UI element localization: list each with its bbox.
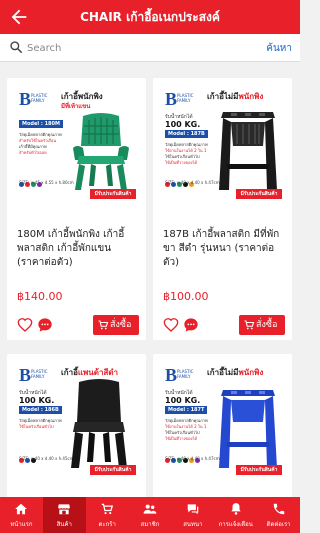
product-card[interactable]: B PLASTIC FAMILY เก้าอี้พนักพิง มีที่เท้… <box>7 78 146 340</box>
blue-stool-image <box>219 390 277 468</box>
chat-icon[interactable] <box>37 317 53 333</box>
chat-icon <box>187 504 199 515</box>
product-grid: B PLASTIC FAMILY เก้าอี้พนักพิง มีที่เท้… <box>0 62 300 525</box>
feature-list: วัสดุเม็ดพลาสติกคุณภาพ ใช้งานในงานได้ 2 … <box>165 418 208 441</box>
capacity-label: รับน้ำหนักได้ 100 KG. <box>165 114 201 129</box>
nav-item-products[interactable]: สินค้า <box>42 497 86 533</box>
order-button[interactable]: สั่งซื้อ <box>239 315 285 335</box>
cart-icon <box>98 320 109 330</box>
size-label: SIZE: w.40 x d.40 x h.47cm <box>165 180 220 185</box>
image-tagline: เก้าอี้ไม่มีพนักพิง <box>207 368 264 377</box>
cart-icon <box>101 503 114 515</box>
size-label: SIZE: w.45 x d.55 x h.80cm <box>19 180 74 185</box>
nav-item-contact[interactable]: ติดต่อเรา <box>257 497 300 533</box>
product-actions: สั่งซื้อ <box>163 315 285 335</box>
product-name[interactable]: 180M เก้าอี้พนักพิง เก้าอี้พลาสติก เก้าอ… <box>17 228 139 270</box>
model-badge: Model : 187T <box>165 406 208 414</box>
members-icon <box>143 504 157 514</box>
image-tagline: เก้าอี้พนักพิง มีที่เท้าแขน <box>61 92 103 110</box>
model-badge: Model : 187B <box>165 130 208 138</box>
image-tagline: เก้าอี้ไม่มีพนักพิง <box>207 92 264 101</box>
product-price: ฿100.00 <box>163 290 209 303</box>
brand-logo: B PLASTIC FAMILY <box>165 89 194 109</box>
heart-icon[interactable] <box>17 317 33 333</box>
capacity-label: รับน้ำหนักได้ 100 KG. <box>165 390 201 405</box>
image-tagline: เก้าอี้แพนด้าสีดำ <box>61 368 119 377</box>
product-image[interactable]: B PLASTIC FAMILY เก้าอี้แพนด้าสีดำ รับน้… <box>17 364 136 477</box>
chat-icon[interactable] <box>183 317 199 333</box>
warranty-ribbon: มีรับประกันสินค้า <box>90 465 136 475</box>
search-icon <box>10 41 23 54</box>
nav-item-cart[interactable]: ตะกร้า <box>86 497 129 533</box>
cart-icon <box>244 320 255 330</box>
phone-icon <box>273 503 284 515</box>
warranty-ribbon: มีรับประกันสินค้า <box>236 189 282 199</box>
product-image[interactable]: B PLASTIC FAMILY เก้าอี้ไม่มีพนักพิง รับ… <box>163 88 282 201</box>
feature-list: วัสดุเม็ดพลาสติกคุณภาพ ใช้งานในงานได้ 2 … <box>165 142 208 165</box>
search-input[interactable] <box>27 39 227 57</box>
nav-item-notifications[interactable]: การแจ้งเตือน <box>214 497 257 533</box>
warranty-ribbon: มีรับประกันสินค้า <box>236 465 282 475</box>
black-stool-image <box>219 112 277 190</box>
page-title: CHAIR เก้าอี้อเนกประสงค์ <box>80 10 220 24</box>
search-button[interactable]: ค้นหา <box>266 41 292 56</box>
model-badge: Model : 186B <box>19 406 62 414</box>
store-icon <box>58 504 71 515</box>
search-bar: ค้นหา <box>0 34 300 62</box>
product-image[interactable]: B PLASTIC FAMILY เก้าอี้ไม่มีพนักพิง รับ… <box>163 364 282 477</box>
brand-logo: B PLASTIC FAMILY <box>165 365 194 385</box>
model-badge: Model : 180M <box>19 120 63 128</box>
bell-icon <box>231 503 241 515</box>
warranty-ribbon: มีรับประกันสินค้า <box>90 189 136 199</box>
brand-logo: B PLASTIC FAMILY <box>19 89 48 109</box>
product-name[interactable]: 187B เก้าอี้พลาสติก มีที่พักขา สีดำ รุ่น… <box>163 228 285 270</box>
product-price: ฿140.00 <box>17 290 63 303</box>
brand-logo: B PLASTIC FAMILY <box>19 365 48 385</box>
feature-list: วัสดุเม็ดพลาสติกคุณภาพ ใช้ในครัวเรือนทั่… <box>19 418 62 429</box>
nav-item-chat[interactable]: สนทนา <box>171 497 214 533</box>
order-button[interactable]: สั่งซื้อ <box>93 315 139 335</box>
feature-list: วัสดุเม็ดพลาสติกคุณภาพ สำหรับใช้ในครัวเร… <box>19 132 62 155</box>
app-header: CHAIR เก้าอี้อเนกประสงค์ <box>0 0 300 34</box>
green-armchair-image <box>73 113 129 190</box>
home-icon <box>15 503 28 515</box>
black-panda-chair-image <box>71 379 127 468</box>
heart-icon[interactable] <box>163 317 179 333</box>
bottom-nav: หน้าแรก สินค้า ตะกร้า สมาชิก สนทนา การแจ… <box>0 497 300 533</box>
size-label: SIZE: w.40 x d.40 x h.47cm <box>165 456 220 461</box>
product-image[interactable]: B PLASTIC FAMILY เก้าอี้พนักพิง มีที่เท้… <box>17 88 136 201</box>
nav-item-home[interactable]: หน้าแรก <box>0 497 43 533</box>
product-card[interactable]: B PLASTIC FAMILY เก้าอี้ไม่มีพนักพิง รับ… <box>153 78 292 340</box>
nav-item-members[interactable]: สมาชิก <box>129 497 172 533</box>
product-actions: สั่งซื้อ <box>17 315 139 335</box>
capacity-label: รับน้ำหนักได้ 100 KG. <box>19 390 55 405</box>
